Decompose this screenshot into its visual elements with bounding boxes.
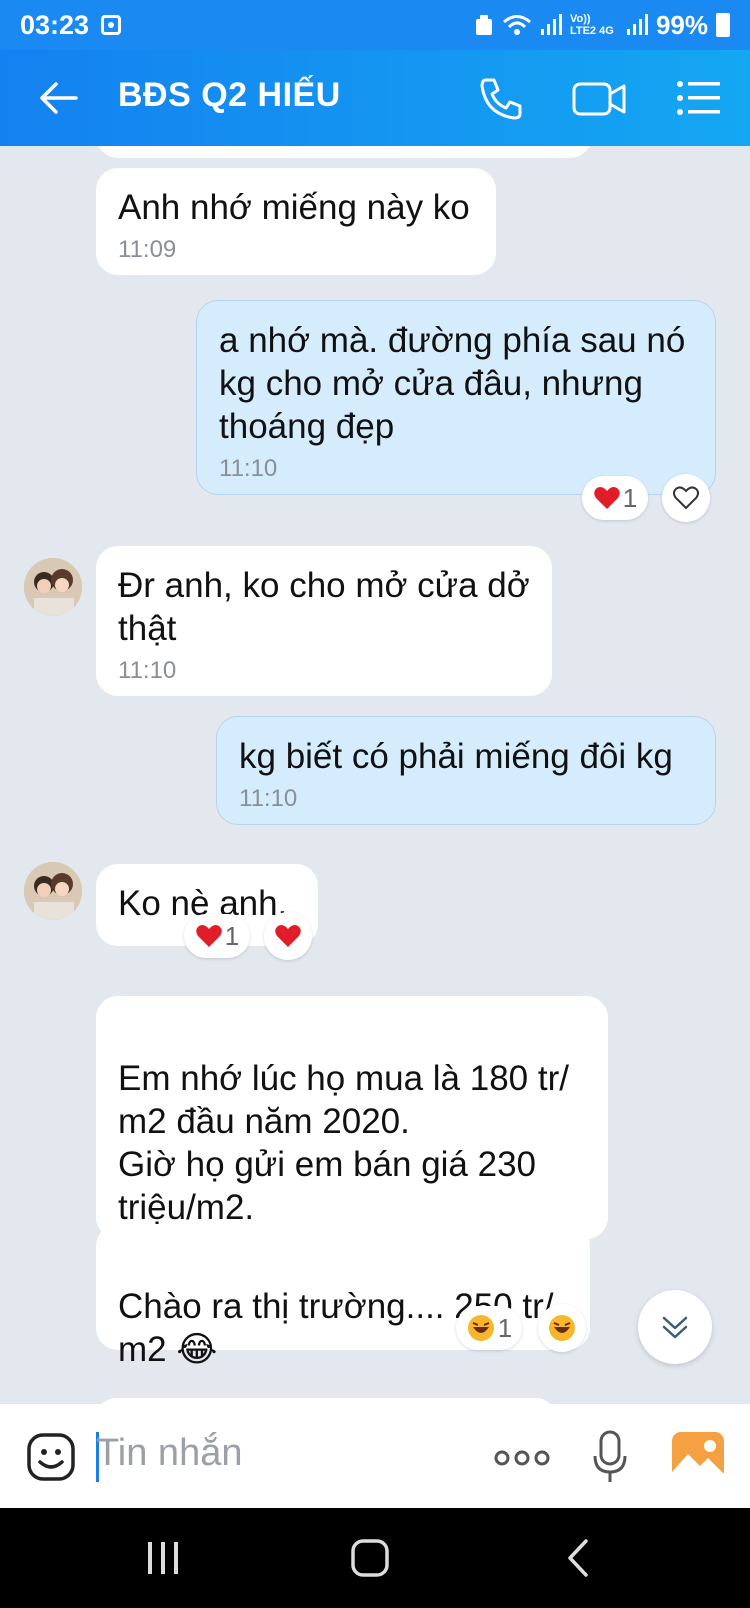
heart-icon (593, 487, 620, 509)
message-time: 11:09 (118, 236, 177, 263)
avatar[interactable] (24, 862, 82, 920)
message-bubble[interactable]: Anh nhớ miếng này ko 11:09 (96, 168, 496, 275)
signal-icon-2 (626, 14, 648, 35)
sticker-icon[interactable] (26, 1432, 76, 1482)
phone-call-icon[interactable] (478, 76, 524, 120)
system-nav-bar (0, 1508, 750, 1608)
my-reaction-button[interactable] (264, 912, 312, 960)
recycle-icon (475, 15, 492, 35)
chat-area[interactable]: Anh nhớ miếng này ko 11:09 a nhớ mà. đườ… (0, 146, 750, 1404)
message-text: Anh nhớ miếng này ko (118, 188, 470, 227)
status-time: 03:23 (20, 9, 90, 40)
scroll-to-bottom-button[interactable] (638, 1290, 712, 1364)
message-bubble[interactable]: Em nhớ lúc họ mua là 180 tr/ m2 đầu năm … (96, 996, 608, 1239)
message-time: 11:10 (118, 657, 177, 684)
message-bubble[interactable]: a nhớ mà. đường phía sau nó kg cho mở cử… (196, 300, 716, 495)
reaction-badge[interactable]: 1 (582, 476, 648, 520)
message-text: Đr anh, ko cho mở cửa dở thật (118, 566, 530, 648)
heart-icon (275, 925, 301, 947)
message-input-bar: Tin nhắn (0, 1404, 750, 1508)
message-time: 11:10 (239, 785, 298, 812)
microphone-icon[interactable] (592, 1430, 628, 1484)
message-bubble[interactable]: Đr anh, ko cho mở cửa dở thật 11:10 (96, 546, 552, 696)
heart-icon (195, 925, 222, 947)
message-text: kg biết có phải miếng đôi kg (239, 737, 673, 776)
reaction-badge[interactable]: 1 (184, 914, 250, 958)
recent-apps-icon[interactable] (146, 1540, 180, 1576)
signal-icon (540, 14, 562, 35)
reaction-badge[interactable]: 1 (456, 1306, 522, 1350)
message-text: a nhớ mà. đường phía sau nó kg cho mở cử… (219, 321, 686, 446)
my-reaction-button[interactable] (538, 1304, 586, 1352)
image-gallery-icon[interactable] (672, 1432, 724, 1480)
laughing-emoji-icon (549, 1315, 575, 1341)
back-arrow-icon[interactable] (38, 80, 78, 116)
status-bar: 03:23 Vo)) LTE2 4G 99% (0, 0, 750, 50)
reaction-count: 1 (622, 482, 638, 513)
reaction-count: 1 (224, 920, 240, 951)
menu-list-icon[interactable] (676, 76, 722, 120)
message-input[interactable]: Tin nhắn (96, 1432, 242, 1475)
battery-percent: 99% (655, 9, 708, 40)
chat-header: BĐS Q2 HIẾU (0, 50, 750, 146)
avatar[interactable] (24, 558, 82, 616)
wifi-icon (502, 15, 531, 35)
back-icon[interactable] (566, 1538, 590, 1578)
screen-record-icon (101, 15, 122, 35)
reaction-count: 1 (497, 1312, 513, 1343)
message-text: Em nhớ lúc họ mua là 180 tr/ m2 đầu năm … (118, 1059, 569, 1227)
laughing-emoji-icon (467, 1315, 494, 1341)
more-options-icon[interactable] (494, 1448, 550, 1468)
double-chevron-down-icon (662, 1316, 688, 1339)
chat-title[interactable]: BĐS Q2 HIẾU (118, 76, 341, 115)
add-reaction-button[interactable] (662, 474, 710, 522)
heart-outline-icon (673, 486, 699, 510)
battery-icon (716, 13, 730, 37)
home-icon[interactable] (350, 1538, 390, 1578)
message-bubble[interactable]: kg biết có phải miếng đôi kg 11:10 (216, 716, 716, 825)
network-label: Vo)) LTE2 4G (569, 13, 614, 37)
message-bubble-partial (96, 146, 592, 158)
video-call-icon[interactable] (572, 76, 626, 120)
